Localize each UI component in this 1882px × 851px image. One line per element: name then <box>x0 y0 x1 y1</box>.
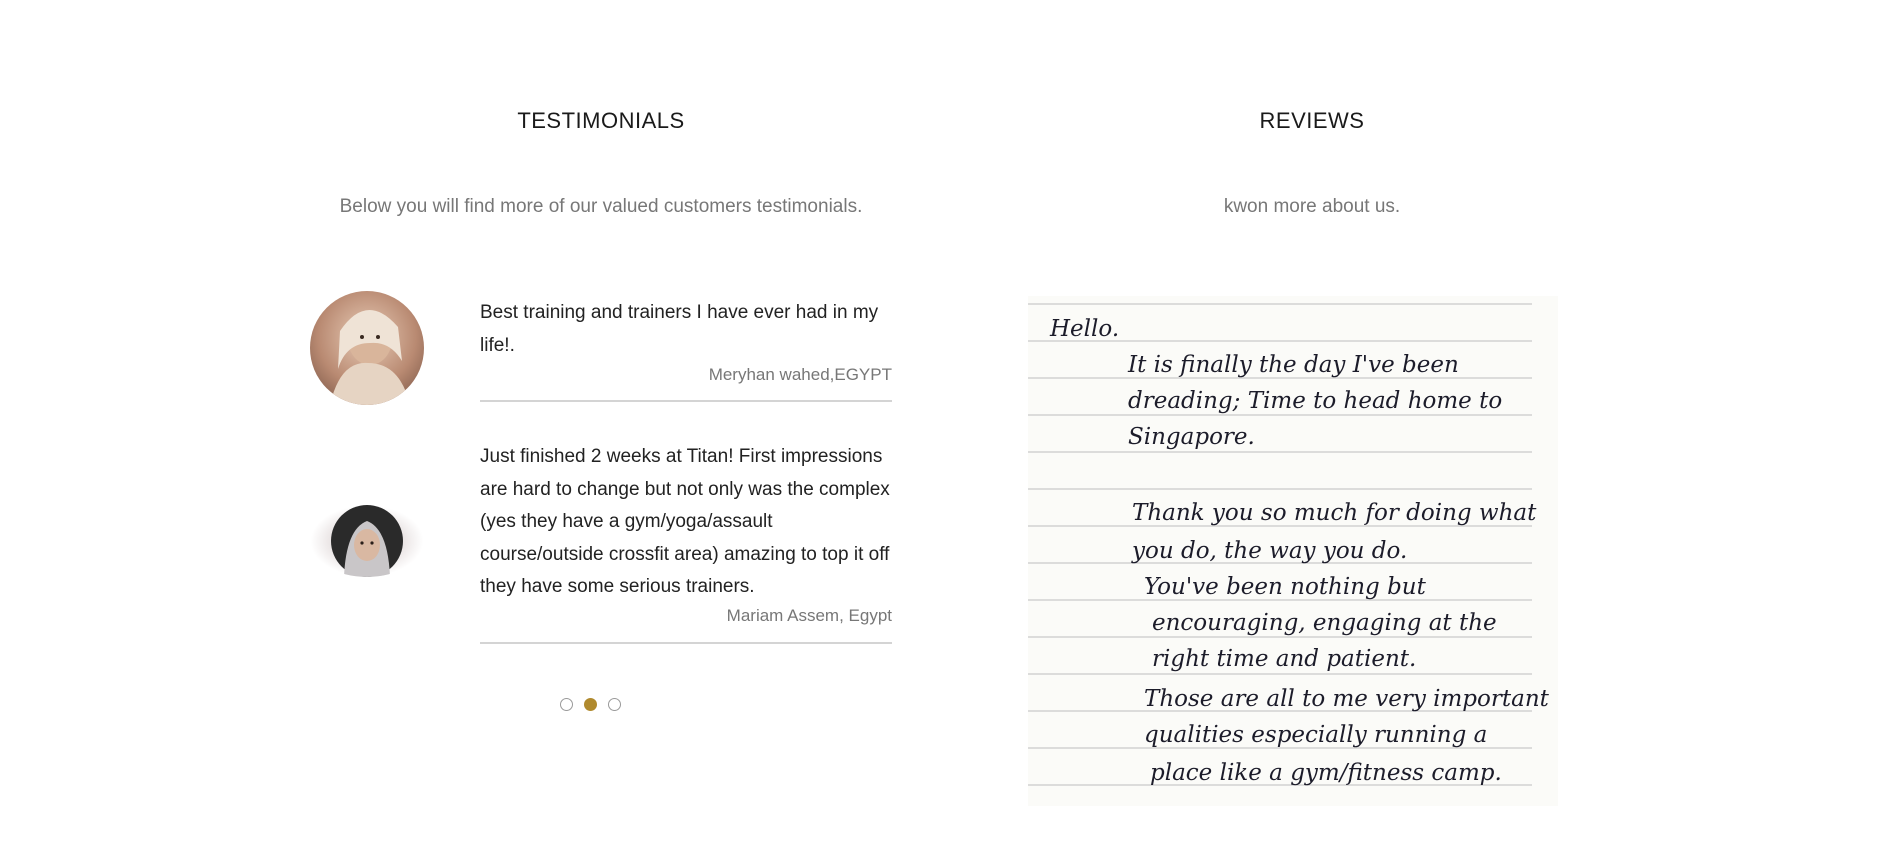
avatar-mariam <box>310 505 424 577</box>
note-line: Those are all to me very important <box>1144 686 1550 712</box>
testimonial-author: Mariam Assem, Egypt <box>726 606 892 625</box>
reviews-subtitle: kwon more about us. <box>1223 196 1401 217</box>
note-line: encouraging, engaging at the <box>1152 610 1497 636</box>
note-line: qualities especially running a <box>1144 722 1487 748</box>
note-line: place like a gym/fitness camp. <box>1150 760 1502 786</box>
reviews-title: REVIEWS <box>1259 108 1365 133</box>
handwritten-review-note: Hello. It is finally the day I've been d… <box>1028 296 1558 806</box>
testimonials-subtitle: Below you will find more of our valued c… <box>339 196 863 217</box>
testimonials-title: TESTIMONIALS <box>517 108 685 133</box>
testimonial-author: Meryhan wahed,EGYPT <box>708 365 892 384</box>
note-line: dreading; Time to head home to <box>1128 388 1502 414</box>
note-line: Thank you so much for doing what <box>1132 500 1537 526</box>
carousel-pagination <box>560 698 621 711</box>
testimonial-quote: Just finished 2 weeks at Titan! First im… <box>480 446 890 597</box>
note-line: You've been nothing but <box>1144 574 1427 600</box>
note-line: right time and patient. <box>1152 646 1416 672</box>
avatar-meryhan <box>310 291 424 405</box>
note-line: Hello. <box>1049 316 1119 342</box>
testimonial-divider <box>480 400 892 402</box>
carousel-dot-3[interactable] <box>608 698 621 711</box>
note-line: you do, the way you do. <box>1131 538 1407 564</box>
testimonial-quote: Best training and trainers I have ever h… <box>480 302 879 356</box>
testimonial-divider <box>480 642 892 644</box>
carousel-dot-2[interactable] <box>584 698 597 711</box>
note-line: It is finally the day I've been <box>1127 352 1459 378</box>
note-line: Singapore. <box>1128 424 1255 450</box>
carousel-dot-1[interactable] <box>560 698 573 711</box>
